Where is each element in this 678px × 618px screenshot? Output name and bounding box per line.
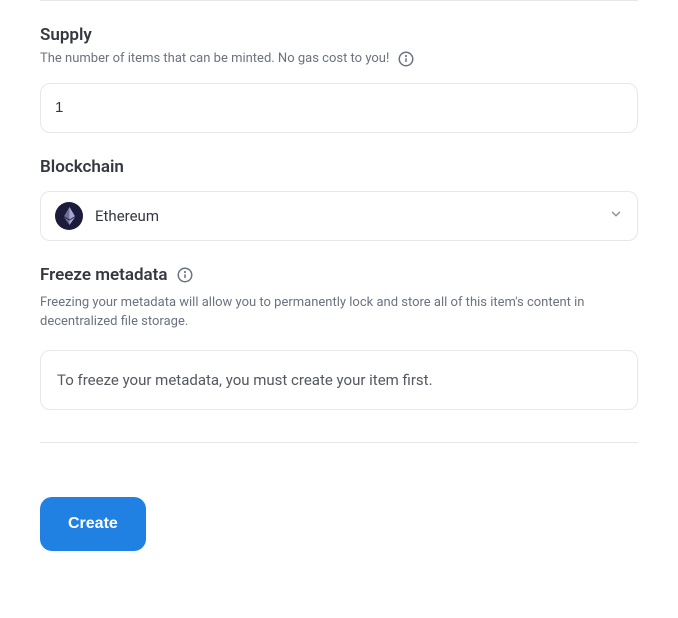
freeze-help-text: Freezing your metadata will allow you to… <box>40 293 638 332</box>
blockchain-section: Blockchain Ethereum <box>40 157 638 241</box>
freeze-title-row: Freeze metadata <box>40 265 638 285</box>
freeze-section: Freeze metadata Freezing your metadata w… <box>40 265 638 410</box>
blockchain-select[interactable]: Ethereum <box>40 191 638 241</box>
info-icon[interactable] <box>397 50 415 68</box>
supply-title: Supply <box>40 25 638 45</box>
chevron-down-icon <box>609 206 623 225</box>
supply-help-text: The number of items that can be minted. … <box>40 49 389 69</box>
supply-input[interactable] <box>40 83 638 133</box>
blockchain-title: Blockchain <box>40 157 638 177</box>
freeze-title: Freeze metadata <box>40 265 168 285</box>
ethereum-icon <box>55 202 83 230</box>
supply-section: Supply The number of items that can be m… <box>40 25 638 133</box>
create-button[interactable]: Create <box>40 497 146 551</box>
blockchain-selected-label: Ethereum <box>95 207 597 225</box>
freeze-notice: To freeze your metadata, you must create… <box>40 350 638 410</box>
info-icon[interactable] <box>176 266 194 284</box>
bottom-divider <box>40 442 638 443</box>
supply-help-row: The number of items that can be minted. … <box>40 49 638 69</box>
top-divider <box>40 0 638 1</box>
